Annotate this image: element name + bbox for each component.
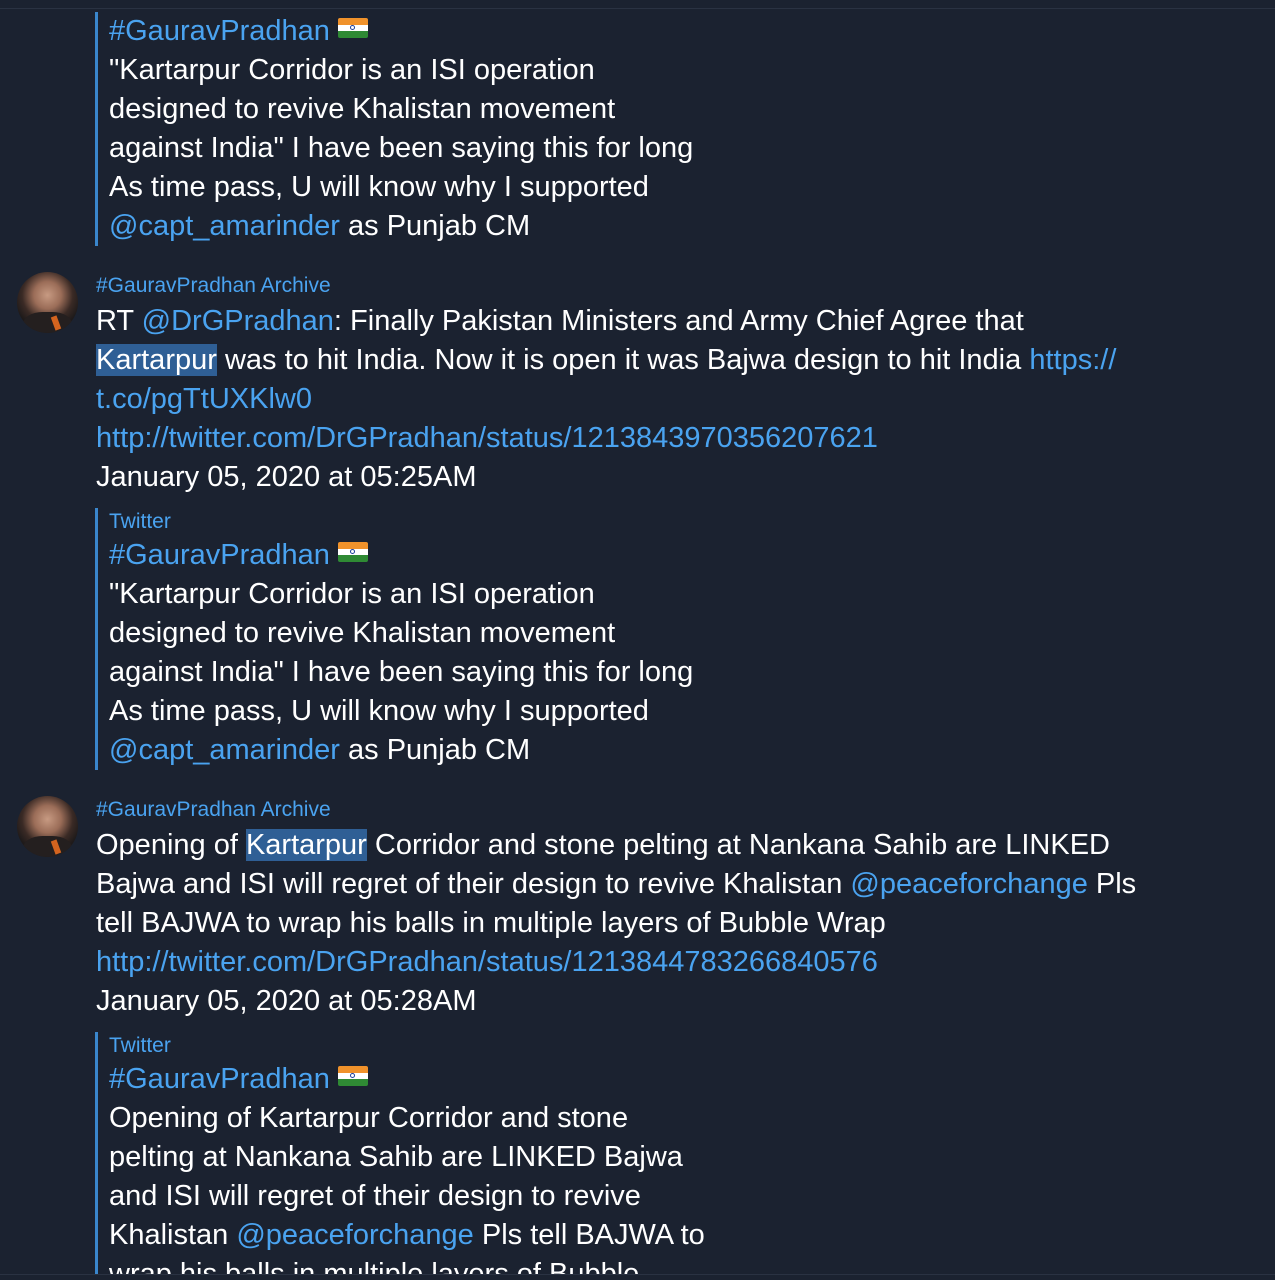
preview-title[interactable]: #GauravPradhan xyxy=(109,12,759,51)
mention-link[interactable]: @peaceforchange xyxy=(850,868,1087,900)
india-flag-icon xyxy=(337,542,368,562)
sender-name[interactable]: #GauravPradhan Archive xyxy=(96,272,1206,300)
preview-title[interactable]: #GauravPradhan xyxy=(109,1060,759,1099)
preview-text-line: @capt_amarinder as Punjab CM xyxy=(109,210,531,242)
preview-source: Twitter xyxy=(109,1034,171,1057)
sender-name[interactable]: #GauravPradhan Archive xyxy=(96,796,1206,824)
preview-text-line: @capt_amarinder as Punjab CM xyxy=(109,734,531,766)
message-text-line: t.co/pgTtUXKlw0 xyxy=(96,380,1206,419)
preview-text-line: wrap his balls in multiple layers of Bub… xyxy=(109,1258,640,1274)
status-url-link[interactable]: http://twitter.com/DrGPradhan/status/121… xyxy=(96,943,1206,982)
message-text-line: tell BAJWA to wrap his balls in multiple… xyxy=(96,907,886,939)
top-divider xyxy=(0,8,1275,9)
preview-text-line: Khalistan @peaceforchange Pls tell BAJWA… xyxy=(109,1219,705,1251)
search-highlight: Kartarpur xyxy=(245,829,367,861)
preview-text-line: As time pass, U will know why I supporte… xyxy=(109,695,649,727)
preview-text-line: designed to revive Khalistan movement xyxy=(109,93,616,125)
bottom-divider xyxy=(0,1274,1275,1275)
preview-text-line: against India" I have been saying this f… xyxy=(109,656,694,688)
status-url-link[interactable]: http://twitter.com/DrGPradhan/status/121… xyxy=(96,419,1206,458)
preview-text-line: pelting at Nankana Sahib are LINKED Bajw… xyxy=(109,1141,683,1173)
timestamp: January 05, 2020 at 05:28AM xyxy=(96,985,477,1017)
search-highlight: Kartarpur xyxy=(96,344,217,376)
message-text-line: Bajwa and ISI will regret of their desig… xyxy=(96,868,1137,900)
preview-text-line: against India" I have been saying this f… xyxy=(109,132,694,164)
tweet-link[interactable]: t.co/pgTtUXKlw0 xyxy=(96,383,312,415)
india-flag-icon xyxy=(337,1066,368,1086)
link-preview[interactable]: Twitter #GauravPradhan "Kartarpur Corrid… xyxy=(95,508,759,770)
preview-text-line: Opening of Kartarpur Corridor and stone xyxy=(109,1102,629,1134)
mention-link[interactable]: @peaceforchange xyxy=(236,1219,473,1251)
mention-link[interactable]: @capt_amarinder xyxy=(109,210,340,242)
preview-source: Twitter xyxy=(109,510,171,533)
avatar[interactable] xyxy=(17,272,78,333)
preview-text-line: "Kartarpur Corridor is an ISI operation xyxy=(109,54,595,86)
preview-title[interactable]: #GauravPradhan xyxy=(109,536,759,575)
message-text-line: RT @DrGPradhan: Finally Pakistan Ministe… xyxy=(96,305,1024,337)
message: #GauravPradhan Archive Opening of Kartar… xyxy=(96,796,1206,1021)
avatar[interactable] xyxy=(17,796,78,857)
preview-text-line: designed to revive Khalistan movement xyxy=(109,617,616,649)
india-flag-icon xyxy=(337,18,368,38)
mention-link[interactable]: @DrGPradhan xyxy=(142,305,334,337)
timestamp: January 05, 2020 at 05:25AM xyxy=(96,461,477,493)
link-preview-top[interactable]: #GauravPradhan "Kartarpur Corridor is an… xyxy=(95,12,759,246)
preview-text-line: As time pass, U will know why I supporte… xyxy=(109,171,649,203)
message-text-line: Kartarpur was to hit India. Now it is op… xyxy=(96,344,1117,376)
message-text-line: Opening of Kartarpur Corridor and stone … xyxy=(96,829,1110,861)
mention-link[interactable]: @capt_amarinder xyxy=(109,734,340,766)
preview-text-line: "Kartarpur Corridor is an ISI operation xyxy=(109,578,595,610)
tweet-link[interactable]: https:// xyxy=(1029,344,1116,376)
preview-text-line: and ISI will regret of their design to r… xyxy=(109,1180,641,1212)
link-preview[interactable]: Twitter #GauravPradhan Opening of Kartar… xyxy=(95,1032,759,1274)
message: #GauravPradhan Archive RT @DrGPradhan: F… xyxy=(96,272,1206,497)
